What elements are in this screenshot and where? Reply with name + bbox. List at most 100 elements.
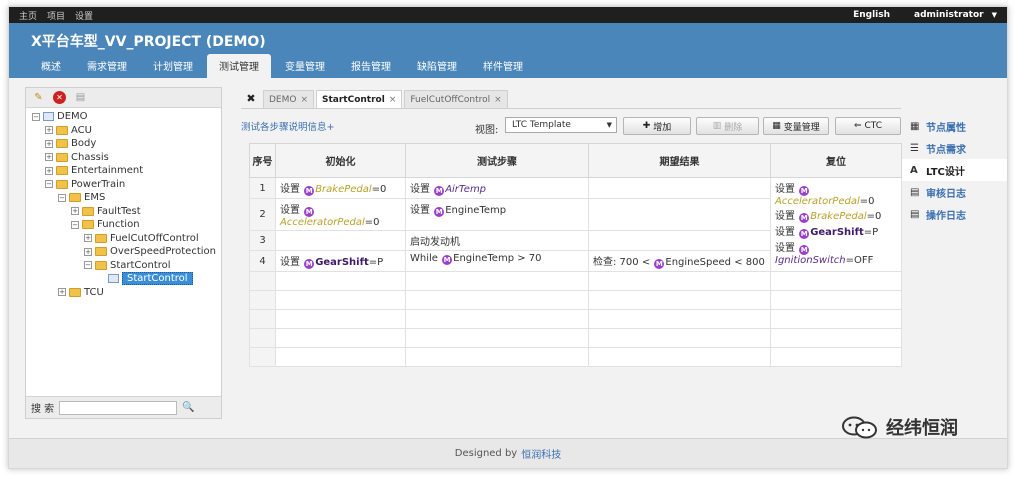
empty-cell[interactable] — [588, 309, 771, 329]
nav-tab[interactable]: 概述 — [29, 54, 73, 78]
table-row-empty[interactable] — [249, 347, 902, 367]
search-icon[interactable]: 🔍 — [182, 402, 194, 413]
top-link-projects[interactable]: 项目 — [47, 9, 65, 22]
empty-cell[interactable] — [275, 328, 406, 348]
collapse-icon[interactable]: − — [32, 112, 40, 121]
empty-cell[interactable] — [249, 309, 276, 329]
nav-tab[interactable]: 报告管理 — [339, 54, 403, 78]
signal-name[interactable]: EngineTemp — [445, 205, 506, 216]
user-menu[interactable]: administrator — [914, 10, 984, 20]
empty-cell[interactable] — [588, 271, 771, 291]
search-input[interactable] — [59, 400, 178, 415]
expand-icon[interactable]: + — [84, 234, 92, 243]
empty-cell[interactable] — [405, 290, 589, 310]
doc-tab[interactable]: StartControl × — [316, 90, 403, 108]
expand-icon[interactable]: + — [58, 288, 66, 297]
step-cell[interactable]: 设置 M AirTemp — [405, 177, 589, 199]
right-panel-item[interactable]: ▤ 操作日志 — [902, 203, 1007, 225]
empty-cell[interactable] — [249, 271, 276, 291]
tree-node[interactable]: + TCU — [32, 286, 221, 300]
empty-cell[interactable] — [405, 347, 589, 367]
right-panel-item[interactable]: A LTC设计 — [902, 159, 1007, 181]
variable-manage-button[interactable]: ▦ 变量管理 — [763, 117, 829, 135]
table-row-empty[interactable] — [249, 271, 902, 291]
empty-cell[interactable] — [770, 309, 902, 329]
document-icon[interactable]: ▤ — [74, 91, 87, 104]
signal-name[interactable]: BrakePedal — [315, 184, 371, 195]
close-icon[interactable]: × — [300, 95, 308, 105]
collapse-icon[interactable]: − — [71, 220, 79, 229]
expand-icon[interactable]: + — [45, 166, 53, 175]
view-select[interactable]: LTC Template ▼ — [505, 117, 617, 133]
init-cell[interactable]: 设置 MAcceleratorPedal=0 — [275, 198, 406, 231]
add-button[interactable]: ✚ 增加 — [623, 117, 691, 135]
right-panel-item[interactable]: ☰ 节点需求 — [902, 137, 1007, 159]
nav-tab[interactable]: 样件管理 — [471, 54, 535, 78]
doc-tab[interactable]: DEMO × — [263, 90, 315, 108]
collapse-icon[interactable]: − — [84, 261, 92, 270]
empty-cell[interactable] — [770, 290, 902, 310]
top-link-home[interactable]: 主页 — [19, 9, 37, 22]
table-row-empty[interactable] — [249, 290, 902, 310]
expand-icon[interactable]: + — [45, 126, 53, 135]
tree-node[interactable]: + ACU — [32, 124, 221, 138]
empty-cell[interactable] — [588, 347, 771, 367]
signal-name[interactable]: IgnitionSwitch — [775, 255, 846, 266]
nav-tab[interactable]: 变量管理 — [273, 54, 337, 78]
empty-cell[interactable] — [249, 290, 276, 310]
empty-cell[interactable] — [275, 347, 406, 367]
signal-name[interactable]: BrakePedal — [810, 211, 866, 222]
reset-cell[interactable]: 设置 MAcceleratorPedal=0 设置 M BrakePedal=0 设置… — [770, 177, 902, 272]
expected-cell[interactable] — [588, 230, 771, 251]
empty-cell[interactable] — [588, 290, 771, 310]
nav-tab[interactable]: 测试管理 — [207, 54, 271, 78]
nav-tab[interactable]: 缺陷管理 — [405, 54, 469, 78]
tree-node[interactable]: − StartControl — [32, 259, 221, 273]
signal-name[interactable]: AcceleratorPedal — [775, 196, 860, 207]
expand-icon[interactable]: + — [45, 139, 53, 148]
empty-cell[interactable] — [249, 328, 276, 348]
tree-node[interactable]: + OverSpeedProtection — [32, 245, 221, 259]
table-row-empty[interactable] — [249, 328, 902, 348]
right-panel-item[interactable]: ▤ 审核日志 — [902, 181, 1007, 203]
step-cell[interactable]: 设置 M EngineTemp — [405, 198, 589, 231]
expected-cell[interactable]: 检查: 700 < M EngineSpeed < 800 — [588, 250, 771, 272]
tree-node[interactable]: + FuelCutOffControl — [32, 232, 221, 246]
table-row-empty[interactable] — [249, 309, 902, 329]
expected-cell[interactable] — [588, 198, 771, 231]
language-switch[interactable]: English — [853, 10, 890, 20]
footer-company[interactable]: 恒润科技 — [521, 446, 561, 461]
ctc-button[interactable]: ⇐ CTC — [835, 117, 901, 135]
signal-name[interactable]: EngineTemp — [453, 253, 514, 264]
init-cell[interactable] — [275, 230, 406, 251]
expand-icon[interactable]: + — [45, 153, 53, 162]
empty-cell[interactable] — [588, 328, 771, 348]
right-panel-item[interactable]: ▦ 节点属性 — [902, 115, 1007, 137]
tree-node[interactable]: − DEMO — [32, 110, 221, 124]
close-icon[interactable]: × — [494, 95, 502, 105]
tree-node[interactable]: − Function — [32, 218, 221, 232]
close-icon[interactable]: × — [389, 95, 397, 105]
caret-down-icon[interactable]: ▼ — [992, 11, 997, 19]
signal-name[interactable]: AcceleratorPedal — [280, 217, 365, 228]
tree-node[interactable]: + Body — [32, 137, 221, 151]
top-link-settings[interactable]: 设置 — [75, 9, 93, 22]
tree-node[interactable]: − PowerTrain — [32, 178, 221, 192]
nav-tab[interactable]: 需求管理 — [75, 54, 139, 78]
signal-name[interactable]: GearShift — [810, 227, 864, 238]
empty-cell[interactable] — [275, 290, 406, 310]
step-explain-link[interactable]: 测试各步骤说明信息+ — [241, 119, 334, 133]
collapse-icon[interactable]: − — [58, 193, 66, 202]
expand-icon[interactable]: + — [84, 247, 92, 256]
empty-cell[interactable] — [770, 347, 902, 367]
empty-cell[interactable] — [770, 328, 902, 348]
close-all-icon[interactable]: ✖ — [241, 88, 261, 108]
signal-name[interactable]: AirTemp — [445, 184, 486, 195]
expand-icon[interactable]: + — [71, 207, 79, 216]
delete-button[interactable]: ▥ 删除 — [696, 117, 759, 135]
signal-name[interactable]: GearShift — [315, 257, 369, 268]
empty-cell[interactable] — [249, 347, 276, 367]
step-cell[interactable]: 启动发动机 — [405, 230, 589, 251]
collapse-icon[interactable]: − — [45, 180, 53, 189]
tree-node[interactable]: + Chassis — [32, 151, 221, 165]
